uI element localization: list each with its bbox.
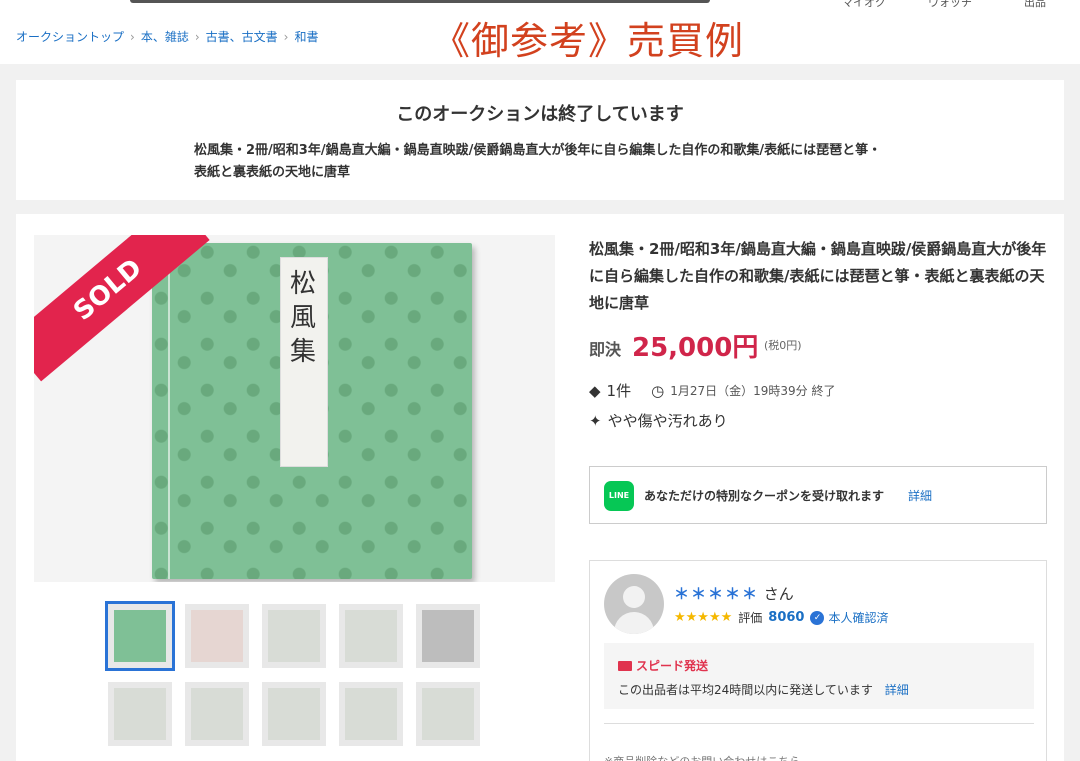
speed-shipping-title: スピード発送 xyxy=(618,657,708,674)
seller-name-suffix: さん xyxy=(763,585,794,603)
seller-rating-row: ★★★★★ 評価 8060 ✓ 本人確認済 xyxy=(674,609,889,626)
breadcrumb-item-oldbooks[interactable]: 古書、古文書 xyxy=(206,28,278,45)
thumbnail[interactable] xyxy=(262,604,326,668)
rating-stars-icon: ★★★★★ xyxy=(674,610,733,625)
truck-icon xyxy=(618,660,632,671)
breadcrumb-separator: › xyxy=(194,29,200,44)
seller-name[interactable]: ＊＊＊＊＊ さん xyxy=(674,583,794,604)
coupon-text: あなただけの特別なクーポンを受け取れます xyxy=(644,489,885,503)
condition-text: やや傷や汚れあり xyxy=(607,412,728,430)
breadcrumb: オークショントップ › 本、雑誌 › 古書、古文書 › 和書 xyxy=(16,28,319,45)
auction-ended-notice: このオークションは終了しています 松風集・2冊/昭和3年/鍋島直大編・鍋島直映跋… xyxy=(16,80,1064,200)
line-icon: LINE xyxy=(604,481,634,511)
breadcrumb-separator: › xyxy=(130,29,135,44)
condition-row: ✦ やや傷や汚れあり xyxy=(589,410,728,431)
thumbnail[interactable] xyxy=(108,682,172,746)
line-coupon-banner[interactable]: LINE あなただけの特別なクーポンを受け取れます 詳細 xyxy=(589,466,1047,524)
price-value: 25,000円 xyxy=(632,333,759,363)
nav-watch[interactable]: ウォッチ xyxy=(928,0,972,10)
end-time: 1月27日（金）19時39分 終了 xyxy=(670,384,836,398)
divider xyxy=(604,723,1034,724)
thumbnail[interactable] xyxy=(416,604,480,668)
quantity: 1件 xyxy=(606,382,632,400)
seller-card: ＊＊＊＊＊ さん ★★★★★ 評価 8060 ✓ 本人確認済 スピード発送 この… xyxy=(589,560,1047,761)
breadcrumb-item-washo[interactable]: 和書 xyxy=(294,28,318,45)
speed-description: この出品者は平均24時間以内に発送しています xyxy=(618,683,873,697)
breadcrumb-item-books[interactable]: 本、雑誌 xyxy=(141,28,189,45)
breadcrumb-separator: › xyxy=(283,29,289,44)
speed-shipping-text: この出品者は平均24時間以内に発送しています 詳細 xyxy=(618,681,909,698)
search-bar-edge[interactable] xyxy=(130,0,710,3)
breadcrumb-item-top[interactable]: オークショントップ xyxy=(16,28,124,45)
nav-myauction[interactable]: マイオク xyxy=(842,0,886,10)
sparkle-icon: ✦ xyxy=(589,411,602,430)
item-meta-row: ◆ 1件 ◷ 1月27日（金）19時39分 終了 xyxy=(589,380,835,401)
seller-avatar[interactable] xyxy=(604,574,664,634)
notice-heading: このオークションは終了しています xyxy=(396,104,684,125)
notice-description: 松風集・2冊/昭和3年/鍋島直大編・鍋島直映跋/侯爵鍋島直大が後年に自ら編集した… xyxy=(194,143,882,180)
thumbnail[interactable] xyxy=(339,604,403,668)
clock-icon: ◷ xyxy=(651,381,665,400)
thumbnail[interactable] xyxy=(185,682,249,746)
seller-name-masked: ＊＊＊＊＊ xyxy=(674,585,760,603)
rating-value[interactable]: 8060 xyxy=(768,610,804,625)
speed-title-text: スピード発送 xyxy=(636,659,709,673)
tax-note: (税0円) xyxy=(764,339,802,352)
nav-sell[interactable]: 出品 xyxy=(1024,0,1046,10)
thumbnail[interactable] xyxy=(262,682,326,746)
main-item-photo[interactable]: artgarage01 松風集 SOLD xyxy=(34,235,555,582)
avatar-head-shape xyxy=(623,586,645,608)
thumbnail[interactable] xyxy=(416,682,480,746)
verified-label: 本人確認済 xyxy=(828,611,889,625)
speed-details-link[interactable]: 詳細 xyxy=(885,683,909,697)
thumbnail[interactable] xyxy=(105,601,175,671)
price-label: 即決 xyxy=(589,340,622,359)
book-cover: 松風集 xyxy=(152,243,472,579)
book-label-text: 松風集 xyxy=(290,269,317,367)
coupon-details-link[interactable]: 詳細 xyxy=(908,487,932,504)
rating-label: 評価 xyxy=(738,611,763,625)
book-spine xyxy=(168,243,170,579)
avatar-body-shape xyxy=(614,612,654,634)
speed-shipping-box: スピード発送 この出品者は平均24時間以内に発送しています 詳細 xyxy=(604,643,1034,709)
verified-check-icon: ✓ xyxy=(810,610,825,625)
contact-note[interactable]: ※商品削除などのお問い合わせはこちら xyxy=(604,753,800,761)
verified-badge: ✓ 本人確認済 xyxy=(810,609,889,626)
thumbnail[interactable] xyxy=(185,604,249,668)
overlay-caption: 《御参考》売買例 xyxy=(432,19,745,63)
item-title: 松風集・2冊/昭和3年/鍋島直大編・鍋島直映跋/侯爵鍋島直大が後年に自ら編集した… xyxy=(589,240,1047,312)
bid-tag-icon: ◆ xyxy=(589,381,601,400)
thumbnail[interactable] xyxy=(339,682,403,746)
